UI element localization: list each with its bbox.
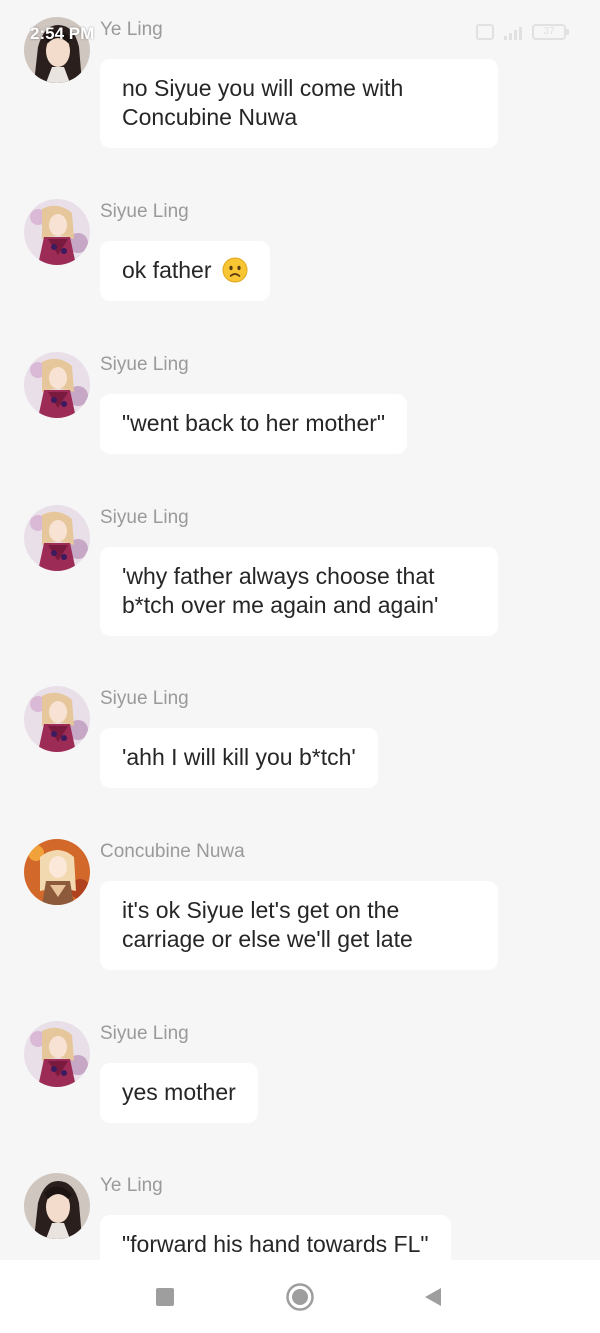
message-bubble[interactable]: yes mother [100,1063,258,1123]
message-bubble[interactable]: 'why father always choose that b*tch ove… [100,547,498,636]
message-bubble[interactable]: 'ahh I will kill you b*tch' [100,728,378,788]
message-text: "went back to her mother" [122,410,386,436]
chat-message-list[interactable]: Ye Ling no Siyue you will come with Conc… [0,0,600,1260]
sender-name: Ye Ling [100,19,163,40]
worried-face-emoji [222,257,248,283]
siyue-ling-avatar[interactable] [24,1021,90,1087]
message-text-line: no Siyue you will come with [122,75,404,101]
message-text-line: 'why father always choose that [122,563,435,589]
message-text-line: b*tch over me again and again' [122,592,439,618]
ye-ling-avatar[interactable] [24,17,90,83]
siyue-ling-avatar[interactable] [24,199,90,265]
sender-name: Siyue Ling [100,1023,189,1044]
sender-name: Siyue Ling [100,688,189,709]
sender-name: Ye Ling [100,1175,163,1196]
siyue-ling-avatar[interactable] [24,505,90,571]
ye-ling-avatar[interactable] [24,1173,90,1239]
concubine-nuwa-avatar[interactable] [24,839,90,905]
back-triangle-icon[interactable] [418,1282,448,1312]
siyue-ling-avatar[interactable] [24,352,90,418]
message-bubble[interactable]: "forward his hand towards FL" [100,1215,451,1260]
message-bubble[interactable]: it's ok Siyue let's get on the carriage … [100,881,498,970]
sender-name: Siyue Ling [100,507,189,528]
siyue-ling-avatar[interactable] [24,686,90,752]
message-text: yes mother [122,1079,236,1105]
home-circle-icon[interactable] [285,1282,315,1312]
message-text-line: it's ok Siyue let's get on the [122,897,400,923]
message-bubble[interactable]: no Siyue you will come with Concubine Nu… [100,59,498,148]
sender-name: Siyue Ling [100,201,189,222]
message-text-line: Concubine Nuwa [122,104,298,130]
recents-square-icon[interactable] [150,1282,180,1312]
system-navigation-bar [0,1260,600,1333]
message-text: "forward his hand towards FL" [122,1231,429,1257]
message-text: 'ahh I will kill you b*tch' [122,744,356,770]
message-bubble[interactable]: "went back to her mother" [100,394,408,454]
message-text-line: carriage or else we'll get late [122,926,413,952]
message-bubble[interactable]: ok father [100,241,270,301]
message-text: ok father [122,257,212,283]
sender-name: Siyue Ling [100,354,189,375]
sender-name: Concubine Nuwa [100,841,245,862]
